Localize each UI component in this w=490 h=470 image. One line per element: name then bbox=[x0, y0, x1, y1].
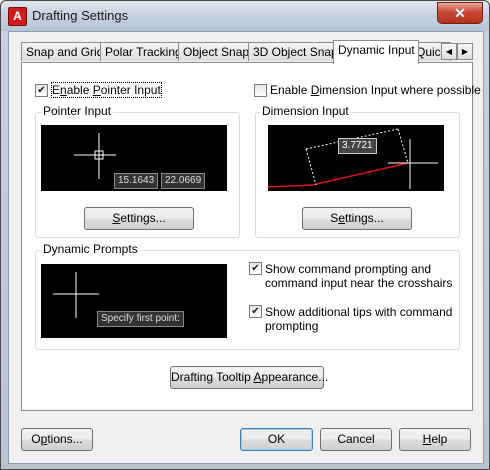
close-button[interactable]: ✕ bbox=[437, 2, 483, 24]
dynamic-prompts-group-label: Dynamic Prompts bbox=[41, 242, 140, 256]
tab-object-snap[interactable]: Object Snap bbox=[178, 42, 254, 61]
pointer-x-coordinate: 15.1643 bbox=[114, 173, 159, 189]
pointer-input-settings-button[interactable]: Settings... bbox=[84, 207, 194, 230]
title-bar: A Drafting Settings ✕ bbox=[1, 1, 489, 31]
options-button[interactable]: Options... bbox=[21, 428, 93, 451]
show-additional-tips-label[interactable]: Show additional tips with command prompti… bbox=[265, 305, 452, 333]
tab-scroll-right-icon[interactable]: ▶ bbox=[457, 43, 473, 60]
tab-snap-and-grid[interactable]: Snap and Grid bbox=[21, 42, 105, 61]
pointer-input-preview: 15.1643 22.0669 bbox=[41, 125, 227, 191]
enable-dimension-input-checkbox[interactable] bbox=[254, 84, 267, 97]
dynamic-prompts-preview: Specify first point: bbox=[41, 264, 227, 338]
cancel-button[interactable]: Cancel bbox=[320, 428, 392, 451]
dimension-value-field: 3.7721 bbox=[338, 138, 377, 154]
tab-scroll-left-icon[interactable]: ◀ bbox=[441, 43, 457, 60]
tab-polar-tracking[interactable]: Polar Tracking bbox=[100, 42, 184, 61]
dynamic-input-panel: ✔ Enable Pointer Input Enable Dimension … bbox=[21, 62, 481, 411]
drafting-tooltip-appearance-button[interactable]: Drafting Tooltip Appearance... bbox=[170, 366, 328, 389]
dimension-input-preview: 3.7721 bbox=[267, 125, 444, 191]
pointer-input-group-label: Pointer Input bbox=[41, 104, 114, 118]
command-prompt-tooltip: Specify first point: bbox=[97, 311, 184, 327]
autocad-app-icon: A bbox=[8, 7, 27, 26]
help-button[interactable]: Help bbox=[399, 428, 471, 451]
pointer-y-coordinate: 22.0669 bbox=[161, 173, 206, 189]
show-command-prompting-label[interactable]: Show command prompting and command input … bbox=[265, 262, 452, 290]
show-additional-tips-checkbox[interactable]: ✔ bbox=[249, 305, 262, 318]
show-command-prompting-checkbox[interactable]: ✔ bbox=[249, 262, 262, 275]
dimension-diagram-icon bbox=[267, 128, 438, 189]
window-title: Drafting Settings bbox=[32, 8, 129, 23]
enable-pointer-input-checkbox[interactable]: ✔ bbox=[35, 84, 48, 97]
dimension-input-settings-button[interactable]: Settings... bbox=[302, 207, 412, 230]
tab-dynamic-input[interactable]: Dynamic Input bbox=[333, 40, 419, 64]
dimension-input-group-label: Dimension Input bbox=[260, 104, 351, 118]
enable-dimension-input-label[interactable]: Enable Dimension Input where possible bbox=[270, 83, 481, 97]
tab-3d-object-snap[interactable]: 3D Object Snap bbox=[248, 42, 338, 61]
enable-pointer-input-label[interactable]: Enable Pointer Input bbox=[51, 82, 162, 98]
ok-button[interactable]: OK bbox=[240, 428, 313, 451]
